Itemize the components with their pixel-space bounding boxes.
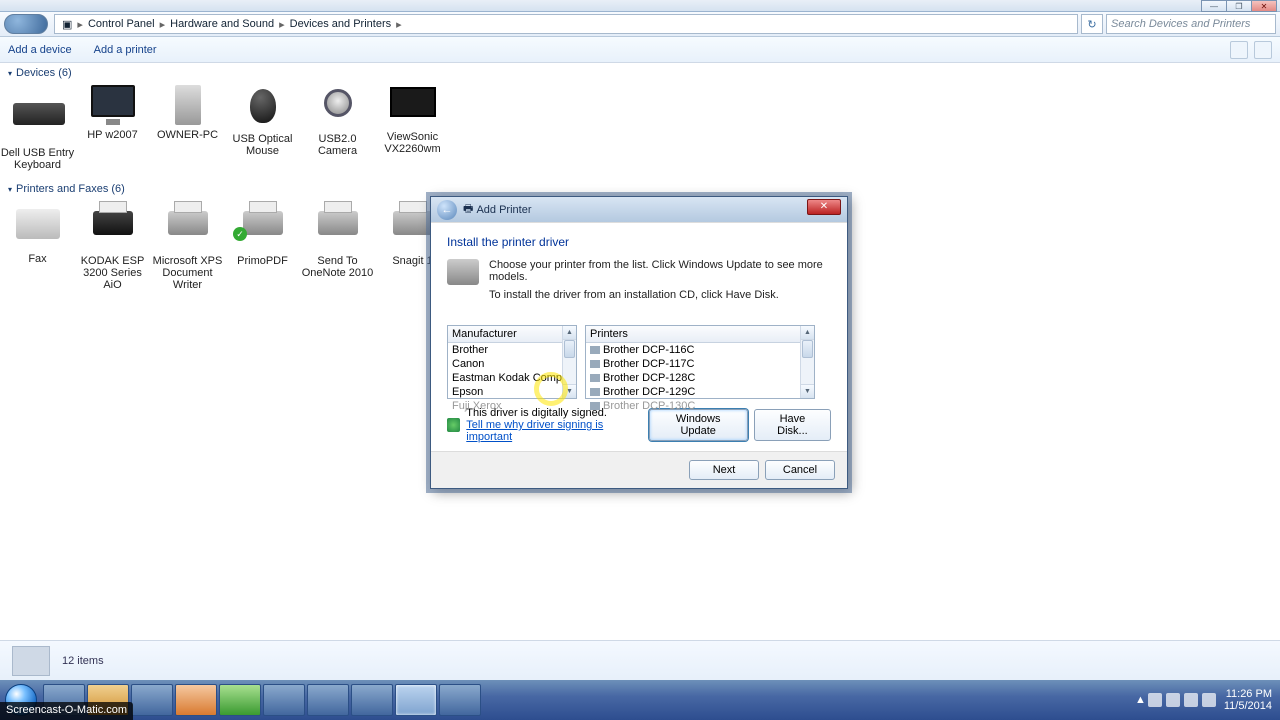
tray-icon[interactable] bbox=[1202, 693, 1216, 707]
close-button[interactable]: ✕ bbox=[1251, 0, 1277, 12]
taskbar-app[interactable] bbox=[131, 684, 173, 716]
printer-item[interactable]: Send To OneNote 2010 bbox=[300, 201, 375, 291]
scrollbar[interactable]: ▲▼ bbox=[800, 326, 814, 398]
system-tray[interactable]: ▲ 11:26 PM 11/5/2014 bbox=[1135, 688, 1280, 712]
list-item[interactable]: Brother bbox=[448, 343, 576, 357]
breadcrumb-root[interactable]: Control Panel bbox=[85, 18, 158, 30]
cancel-button[interactable]: Cancel bbox=[765, 460, 835, 480]
device-item[interactable]: OWNER-PC bbox=[150, 85, 225, 171]
printer-illustration-icon bbox=[447, 259, 479, 285]
window-titlebar: — ❐ ✕ bbox=[0, 0, 1280, 12]
list-item[interactable]: Brother DCP-129C bbox=[586, 385, 814, 399]
dialog-title: Add Printer bbox=[476, 204, 531, 216]
tray-expand-icon[interactable]: ▲ bbox=[1135, 694, 1146, 706]
printer-item[interactable]: ✓PrimoPDF bbox=[225, 201, 300, 291]
driver-signing-link[interactable]: Tell me why driver signing is important bbox=[466, 419, 603, 443]
details-thumbnail-icon bbox=[12, 646, 50, 676]
manufacturer-listbox[interactable]: Manufacturer Brother Canon Eastman Kodak… bbox=[447, 325, 577, 399]
minimize-button[interactable]: — bbox=[1201, 0, 1227, 12]
add-printer-button[interactable]: Add a printer bbox=[94, 44, 157, 56]
device-item[interactable]: USB Optical Mouse bbox=[225, 85, 300, 171]
list-item[interactable]: Brother DCP-116C bbox=[586, 343, 814, 357]
printer-item[interactable]: Microsoft XPS Document Writer bbox=[150, 201, 225, 291]
add-device-button[interactable]: Add a device bbox=[8, 44, 72, 56]
taskbar: ▲ 11:26 PM 11/5/2014 bbox=[0, 680, 1280, 720]
list-item[interactable]: Brother DCP-130C bbox=[586, 399, 814, 413]
taskbar-app[interactable] bbox=[307, 684, 349, 716]
dialog-close-button[interactable]: ✕ bbox=[807, 199, 841, 215]
nav-back-forward[interactable] bbox=[4, 14, 48, 34]
next-button[interactable]: Next bbox=[689, 460, 759, 480]
tray-icon[interactable] bbox=[1148, 693, 1162, 707]
refresh-button[interactable]: ↻ bbox=[1081, 14, 1103, 34]
scrollbar[interactable]: ▲▼ bbox=[562, 326, 576, 398]
device-item[interactable]: Dell USB Entry Keyboard bbox=[0, 85, 75, 171]
list-item[interactable]: Canon bbox=[448, 357, 576, 371]
list-item[interactable]: Eastman Kodak Company bbox=[448, 371, 576, 385]
group-header-printers[interactable]: ▾Printers and Faxes (6) bbox=[0, 179, 1280, 197]
taskbar-app[interactable] bbox=[175, 684, 217, 716]
add-printer-dialog: ← 🖶 Add Printer ✕ Install the printer dr… bbox=[430, 196, 848, 489]
breadcrumb-l1[interactable]: Hardware and Sound bbox=[167, 18, 277, 30]
dialog-titlebar[interactable]: ← 🖶 Add Printer ✕ bbox=[431, 197, 847, 222]
tray-icon[interactable] bbox=[1166, 693, 1180, 707]
dialog-heading: Install the printer driver bbox=[447, 235, 831, 249]
item-count: 12 items bbox=[62, 655, 104, 667]
search-input[interactable]: Search Devices and Printers bbox=[1106, 14, 1276, 34]
view-options-button[interactable] bbox=[1230, 41, 1248, 59]
taskbar-app[interactable] bbox=[219, 684, 261, 716]
have-disk-button[interactable]: Have Disk... bbox=[754, 409, 831, 441]
taskbar-app[interactable] bbox=[263, 684, 305, 716]
device-item[interactable]: HP w2007 bbox=[75, 85, 150, 171]
dialog-back-button[interactable]: ← bbox=[437, 200, 457, 220]
dialog-instruction-1: Choose your printer from the list. Click… bbox=[489, 259, 831, 283]
printer-item[interactable]: Fax bbox=[0, 201, 75, 291]
printer-icon: 🖶 bbox=[463, 200, 473, 219]
taskbar-app[interactable] bbox=[395, 684, 437, 716]
taskbar-app[interactable] bbox=[439, 684, 481, 716]
list-item[interactable]: Epson bbox=[448, 385, 576, 399]
breadcrumb-l2[interactable]: Devices and Printers bbox=[287, 18, 395, 30]
taskbar-app[interactable] bbox=[351, 684, 393, 716]
windows-update-button[interactable]: Windows Update bbox=[649, 409, 748, 441]
device-item[interactable]: ViewSonic VX2260wm bbox=[375, 85, 450, 171]
details-pane: 12 items bbox=[0, 640, 1280, 680]
watermark: Screencast-O-Matic.com bbox=[0, 702, 133, 720]
address-bar: ▣▸ Control Panel▸ Hardware and Sound▸ De… bbox=[0, 12, 1280, 37]
printers-listbox[interactable]: Printers Brother DCP-116C Brother DCP-11… bbox=[585, 325, 815, 399]
tray-icon[interactable] bbox=[1184, 693, 1198, 707]
group-header-devices[interactable]: ▾Devices (6) bbox=[0, 63, 1280, 81]
command-bar: Add a device Add a printer bbox=[0, 37, 1280, 63]
printer-item[interactable]: KODAK ESP 3200 Series AiO bbox=[75, 201, 150, 291]
maximize-button[interactable]: ❐ bbox=[1226, 0, 1252, 12]
list-item[interactable]: Brother DCP-117C bbox=[586, 357, 814, 371]
taskbar-clock[interactable]: 11:26 PM 11/5/2014 bbox=[1224, 688, 1272, 712]
breadcrumb[interactable]: ▣▸ Control Panel▸ Hardware and Sound▸ De… bbox=[54, 14, 1078, 34]
shield-icon bbox=[447, 418, 460, 432]
manufacturer-header: Manufacturer bbox=[448, 326, 576, 343]
list-item[interactable]: Fuji Xerox bbox=[448, 399, 576, 413]
device-item[interactable]: USB2.0 Camera bbox=[300, 85, 375, 171]
list-item[interactable]: Brother DCP-128C bbox=[586, 371, 814, 385]
dialog-instruction-2: To install the driver from an installati… bbox=[489, 289, 831, 301]
help-button[interactable] bbox=[1254, 41, 1272, 59]
printers-header: Printers bbox=[586, 326, 814, 343]
